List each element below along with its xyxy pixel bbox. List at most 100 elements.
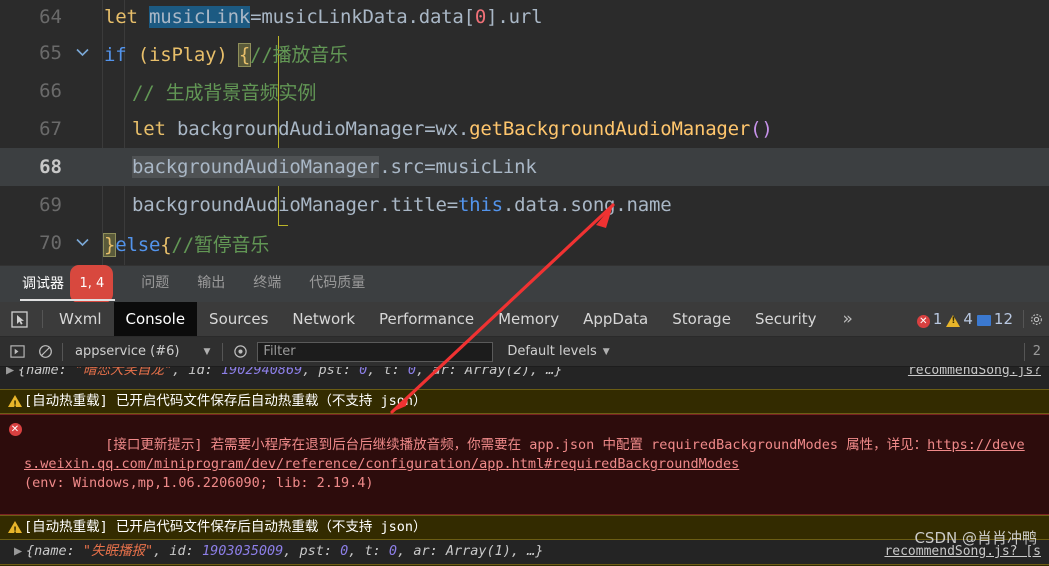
token-condition: (isPlay) xyxy=(126,43,239,66)
status-badge: 1, 4 xyxy=(70,264,114,303)
context-label: appservice (#6) xyxy=(75,344,180,359)
panel-tab-label: 代码质量 xyxy=(309,274,366,291)
code-line-64[interactable]: 64 let musicLink=musicLinkData.data[0].u… xyxy=(0,0,1049,34)
tab-label: Wxml xyxy=(59,310,102,328)
obj-text-3: , pst: xyxy=(302,367,360,378)
code-content: // 生成背景音频实例 xyxy=(132,78,316,105)
error-circle-icon: ✕ xyxy=(916,314,930,328)
object-preview: ▶ {name: "暗恋大笑自龙", id: 1902940869, pst: 0… xyxy=(6,367,1043,380)
panel-tab-debugger[interactable]: 调试器 1, 4 xyxy=(8,264,127,303)
tab-network[interactable]: Network xyxy=(280,302,367,336)
token-this: this xyxy=(457,194,503,216)
tab-sources[interactable]: Sources xyxy=(197,302,280,336)
token-plain: .src=musicLink xyxy=(379,156,537,178)
obj-id-value: 1902940869 xyxy=(220,367,303,378)
token-plain: backgroundAudioManager.title= xyxy=(132,194,458,216)
console-toolbar[interactable]: appservice (#6) ▼ Filter Default levels … xyxy=(0,337,1049,367)
warning-count: 4 xyxy=(963,310,973,328)
code-line-69[interactable]: 69 backgroundAudioManager.title=this.dat… xyxy=(0,186,1049,224)
expand-arrow-icon[interactable]: ▶ xyxy=(6,367,18,380)
error-link-part2[interactable]: s.weixin.qq.com/miniprogram/dev/referenc… xyxy=(24,456,739,472)
tab-memory[interactable]: Memory xyxy=(486,302,571,336)
warning-counter[interactable]: 4 xyxy=(946,310,973,328)
console-output[interactable]: ▶ {name: "暗恋大笑自龙", id: 1902940869, pst: 0… xyxy=(0,367,1049,566)
code-line-70[interactable]: 70 }else{//暂停音乐 xyxy=(0,224,1049,262)
code-content: if (isPlay) {//播放音乐 xyxy=(104,40,348,67)
console-row-warning-2[interactable]: [自动热重载] 已开启代码文件保存后自动热重载（不支持 json） xyxy=(0,515,1049,541)
console-row-warning[interactable]: [自动热重载] 已开启代码文件保存后自动热重载（不支持 json） xyxy=(0,389,1049,415)
execution-context-select[interactable]: appservice (#6) ▼ xyxy=(69,344,216,359)
panel-tab-bar[interactable]: 调试器 1, 4 问题 输出 终端 代码质量 xyxy=(0,264,1049,303)
gear-icon[interactable] xyxy=(1030,302,1049,336)
tab-console[interactable]: Console xyxy=(113,302,198,336)
token-plain: backgroundAudioManager=wx. xyxy=(165,118,470,140)
code-editor[interactable]: 64 let musicLink=musicLinkData.data[0].u… xyxy=(0,0,1049,265)
filter-placeholder: Filter xyxy=(263,344,296,359)
line-number: 68 xyxy=(39,156,62,178)
token-brace: { xyxy=(237,42,252,67)
no-entry-icon[interactable] xyxy=(34,341,56,363)
clear-console-icon[interactable] xyxy=(6,341,28,363)
panel-tab-output[interactable]: 输出 xyxy=(183,266,239,303)
token-keyword: let xyxy=(132,118,166,140)
error-circle-icon: ✕ xyxy=(6,417,24,436)
error-env-text: (env: Windows,mp,1.06.2206090; lib: 2.19… xyxy=(24,475,374,491)
live-expression-icon[interactable] xyxy=(229,341,251,363)
code-line-65[interactable]: 65 if (isPlay) {//播放音乐 xyxy=(0,34,1049,72)
tab-wxml[interactable]: Wxml xyxy=(47,302,114,336)
console-row-object[interactable]: ▶ {name: "失眠播报", id: 1903035009, pst: 0, … xyxy=(0,540,1049,564)
console-row-object-clipped[interactable]: ▶ {name: "暗恋大笑自龙", id: 1902940869, pst: 0… xyxy=(0,367,1049,389)
devtools-tab-bar[interactable]: Wxml Console Sources Network Performance… xyxy=(0,302,1049,337)
inspect-element-icon[interactable] xyxy=(0,302,38,336)
token-comment: //播放音乐 xyxy=(250,43,348,66)
expand-arrow-icon[interactable]: ▶ xyxy=(14,542,26,561)
token-plain-2: ].url xyxy=(486,6,543,28)
filter-input[interactable]: Filter xyxy=(257,341,494,362)
tab-label: Sources xyxy=(209,310,269,328)
tabbar-end-divider xyxy=(1023,310,1024,328)
error-link-part1[interactable]: https://deve xyxy=(927,437,1025,453)
code-line-68[interactable]: 68 backgroundAudioManager.src=musicLink xyxy=(0,148,1049,186)
line-number: 66 xyxy=(39,80,62,102)
tab-security[interactable]: Security xyxy=(743,302,829,336)
line-number: 64 xyxy=(39,6,62,28)
chevron-down-icon[interactable] xyxy=(68,46,96,61)
toolbar-separator-2 xyxy=(222,342,224,361)
message-counter[interactable]: 12 xyxy=(976,310,1013,328)
message-box-icon xyxy=(976,314,991,326)
toolbar-separator xyxy=(62,342,63,361)
code-line-67[interactable]: 67 let backgroundAudioManager=wx.getBack… xyxy=(0,110,1049,148)
issue-counters[interactable]: ✕ 1 4 12 xyxy=(916,302,1021,336)
tab-label: Storage xyxy=(672,310,731,328)
token-comment: //暂停音乐 xyxy=(171,233,270,256)
tab-storage[interactable]: Storage xyxy=(660,302,743,336)
warning-message: [自动热重载] 已开启代码文件保存后自动热重载（不支持 json） xyxy=(24,393,427,409)
obj-text-1: {name: xyxy=(26,543,83,559)
source-link[interactable]: recommendSong.js? xyxy=(908,367,1041,380)
obj-text-1: {name: xyxy=(18,367,75,378)
panel-tab-problems[interactable]: 问题 xyxy=(127,266,183,303)
code-line-66[interactable]: 66 // 生成背景音频实例 xyxy=(0,72,1049,110)
line-number: 70 xyxy=(39,232,62,254)
chevron-down-icon: ▼ xyxy=(602,346,610,357)
panel-tab-terminal[interactable]: 终端 xyxy=(239,266,295,303)
error-count: 1 xyxy=(932,310,943,328)
chevron-down-icon[interactable] xyxy=(68,236,96,251)
token-occurrence: backgroundAudioManager xyxy=(132,156,380,178)
line-number: 65 xyxy=(39,42,62,64)
tab-appdata[interactable]: AppData xyxy=(571,302,660,336)
tab-performance[interactable]: Performance xyxy=(367,302,486,336)
token-keyword: let xyxy=(104,6,138,28)
tabbar-spacer xyxy=(867,302,917,336)
panel-tab-code-quality[interactable]: 代码质量 xyxy=(295,266,379,303)
tab-label: Performance xyxy=(379,310,475,328)
token-selection: musicLink xyxy=(148,6,251,28)
console-row-error[interactable]: ✕ [接口更新提示] 若需要小程序在退到后台后继续播放音频，你需要在 app.j… xyxy=(0,414,1049,515)
obj-text-2: , id: xyxy=(172,367,221,378)
obj-text-5: , ar: Array(2), …} xyxy=(416,367,563,378)
error-counter[interactable]: ✕ 1 xyxy=(916,310,943,328)
panel-tab-label: 输出 xyxy=(197,274,226,291)
log-levels-select[interactable]: Default levels ▼ xyxy=(499,344,609,359)
token-brace-open: } xyxy=(102,232,117,257)
more-tabs-button[interactable]: » xyxy=(829,302,867,336)
